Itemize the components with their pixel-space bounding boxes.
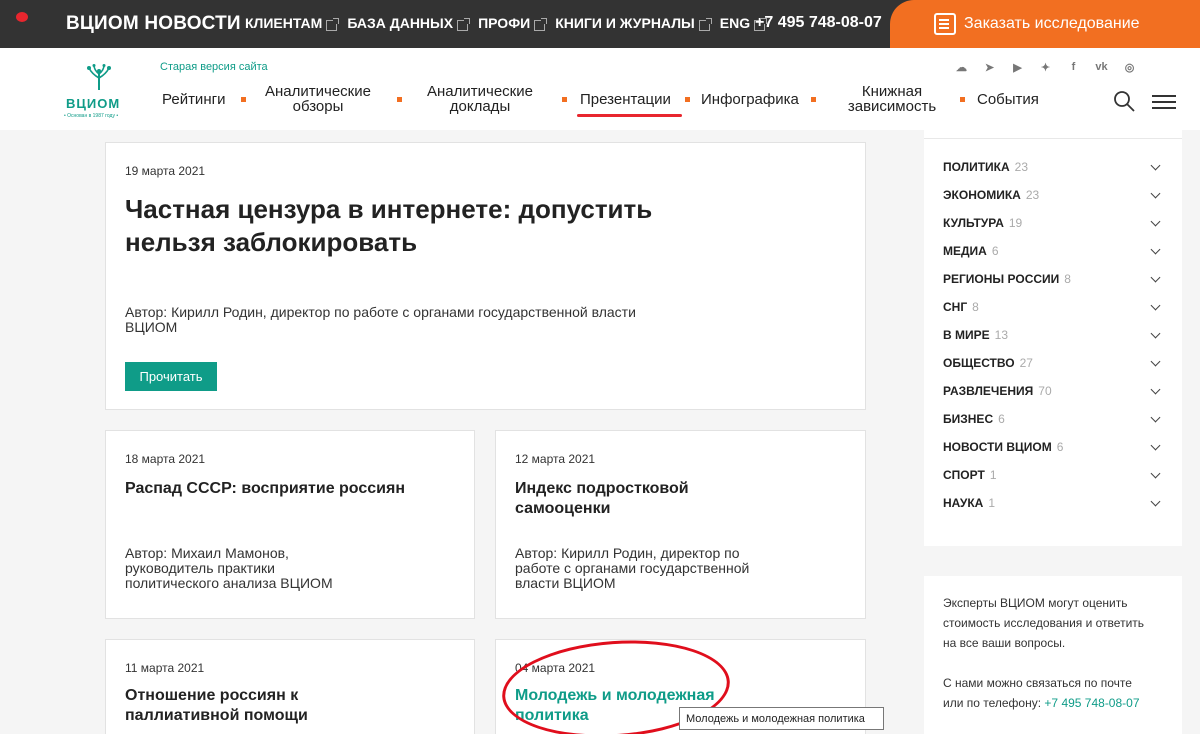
nav-separator — [960, 97, 965, 102]
nav-analytic-reviews[interactable]: Аналитические обзоры — [262, 84, 374, 114]
nav-book-addiction[interactable]: Книжная зависимость — [842, 84, 942, 114]
category-society[interactable]: ОБЩЕСТВО 27 — [943, 349, 1163, 377]
contact-info-box: Эксперты ВЦИОМ могут оценить стоимость и… — [924, 576, 1182, 734]
chevron-down-icon — [1150, 216, 1161, 226]
chevron-down-icon — [1150, 272, 1161, 282]
article-title[interactable]: Распад СССР: восприятие россиян — [125, 479, 405, 499]
external-link-icon — [457, 17, 471, 31]
chevron-down-icon — [1150, 160, 1161, 170]
sidebar-top-edge — [924, 130, 1182, 139]
category-economy[interactable]: ЭКОНОМИКА 23 — [943, 181, 1163, 209]
logo[interactable]: ВЦИОМ • Основан в 1987 году • — [64, 64, 134, 124]
chevron-down-icon — [1150, 300, 1161, 310]
article-author: Автор: Кирилл Родин, директор по работе … — [515, 545, 750, 591]
nav-separator — [811, 97, 816, 102]
soundcloud-icon[interactable]: ☁ — [954, 60, 969, 74]
nav-presentations[interactable]: Презентации — [580, 92, 671, 107]
order-research-button[interactable]: Заказать исследование — [890, 0, 1200, 48]
category-culture[interactable]: КУЛЬТУРА 19 — [943, 209, 1163, 237]
article-author: Автор: Кирилл Родин, директор по работе … — [125, 304, 636, 335]
category-sport[interactable]: СПОРТ 1 — [943, 461, 1163, 489]
top-nav-clients[interactable]: КЛИЕНТАМ — [245, 15, 340, 31]
nav-separator — [562, 97, 567, 102]
search-icon[interactable] — [1113, 90, 1135, 112]
link-tooltip: Молодежь и молодежная политика — [679, 707, 884, 730]
logo-text: ВЦИОМ — [66, 96, 121, 111]
instagram-icon[interactable]: ◎ — [1122, 60, 1137, 74]
article-card[interactable]: 11 марта 2021 Отношение россиян к паллиа… — [105, 639, 475, 734]
brand-title[interactable]: ВЦИОМ НОВОСТИ — [66, 13, 241, 35]
external-link-icon — [534, 17, 548, 31]
read-button[interactable]: Прочитать — [125, 362, 217, 391]
top-bar: ВЦИОМ НОВОСТИ КЛИЕНТАМ БАЗА ДАННЫХ ПРОФИ… — [0, 0, 1200, 48]
article-date: 19 марта 2021 — [125, 164, 206, 178]
tree-logo-icon — [87, 64, 111, 90]
social-links: ☁ ➤ ▶ ✦ f vk ◎ — [954, 60, 1137, 74]
top-nav-database[interactable]: БАЗА ДАННЫХ — [347, 15, 471, 31]
category-regions[interactable]: РЕГИОНЫ РОССИИ 8 — [943, 265, 1163, 293]
category-cis[interactable]: СНГ 8 — [943, 293, 1163, 321]
chevron-down-icon — [1150, 496, 1161, 506]
old-site-link[interactable]: Старая версия сайта — [160, 61, 268, 73]
youtube-icon[interactable]: ▶ — [1010, 60, 1025, 74]
external-link-icon — [698, 17, 712, 31]
chevron-down-icon — [1150, 244, 1161, 254]
chevron-down-icon — [1150, 412, 1161, 422]
top-nav: КЛИЕНТАМ БАЗА ДАННЫХ ПРОФИ КНИГИ И ЖУРНА… — [245, 15, 768, 31]
article-date: 18 марта 2021 — [125, 452, 206, 466]
category-politics[interactable]: ПОЛИТИКА 23 — [943, 153, 1163, 181]
document-icon — [934, 13, 956, 35]
chevron-down-icon — [1150, 440, 1161, 450]
category-entertainment[interactable]: РАЗВЛЕЧЕНИЯ 70 — [943, 377, 1163, 405]
top-phone[interactable]: +7 495 748-08-07 — [755, 14, 882, 32]
article-date: 11 марта 2021 — [125, 661, 205, 675]
category-science[interactable]: НАУКА 1 — [943, 489, 1163, 517]
article-card[interactable]: 18 марта 2021 Распад СССР: восприятие ро… — [105, 430, 475, 619]
chevron-down-icon — [1150, 328, 1161, 338]
contact-phone-link[interactable]: +7 495 748-08-07 — [1044, 696, 1139, 710]
top-nav-books[interactable]: КНИГИ И ЖУРНАЛЫ — [555, 15, 712, 31]
nav-analytic-reports[interactable]: Аналитические доклады — [422, 84, 538, 114]
main-header: ВЦИОМ • Основан в 1987 году • Старая вер… — [0, 48, 1200, 130]
menu-icon[interactable] — [1152, 95, 1176, 109]
facebook-icon[interactable]: f — [1066, 60, 1081, 74]
logo-subtitle: • Основан в 1987 году • — [64, 113, 119, 119]
category-vciom-news[interactable]: НОВОСТИ ВЦИОМ 6 — [943, 433, 1163, 461]
article-card[interactable]: 12 марта 2021 Индекс подростковой самооц… — [495, 430, 866, 619]
featured-article-card[interactable]: 19 марта 2021 Частная цензура в интернет… — [105, 142, 866, 410]
article-date: 12 марта 2021 — [515, 452, 596, 466]
nav-events[interactable]: События — [977, 92, 1039, 107]
category-business[interactable]: БИЗНЕС 6 — [943, 405, 1163, 433]
nav-infographics[interactable]: Инфографика — [701, 92, 799, 107]
twitter-icon[interactable]: ✦ — [1038, 60, 1053, 74]
nav-separator — [397, 97, 402, 102]
chevron-down-icon — [1150, 384, 1161, 394]
category-sidebar: ПОЛИТИКА 23 ЭКОНОМИКА 23 КУЛЬТУРА 19 МЕДИА 6… — [924, 130, 1182, 546]
top-nav-profi[interactable]: ПРОФИ — [478, 15, 548, 31]
vk-icon[interactable]: vk — [1094, 60, 1109, 74]
category-world[interactable]: В МИРЕ 13 — [943, 321, 1163, 349]
chevron-down-icon — [1150, 188, 1161, 198]
chevron-down-icon — [1150, 356, 1161, 366]
article-author: Автор: Михаил Мамонов, руководитель прак… — [125, 545, 333, 591]
active-nav-underline — [577, 114, 682, 117]
external-link-icon — [326, 17, 340, 31]
category-media[interactable]: МЕДИА 6 — [943, 237, 1163, 265]
nav-separator — [241, 97, 246, 102]
record-dot-icon — [16, 12, 28, 22]
article-title[interactable]: Отношение россиян к паллиативной помощи — [125, 686, 308, 726]
article-title[interactable]: Индекс подростковой самооценки — [515, 479, 689, 519]
nav-separator — [685, 97, 690, 102]
chevron-down-icon — [1150, 468, 1161, 478]
nav-ratings[interactable]: Рейтинги — [162, 92, 225, 107]
telegram-icon[interactable]: ➤ — [982, 60, 997, 74]
article-title[interactable]: Частная цензура в интернете: допустить н… — [125, 193, 652, 259]
